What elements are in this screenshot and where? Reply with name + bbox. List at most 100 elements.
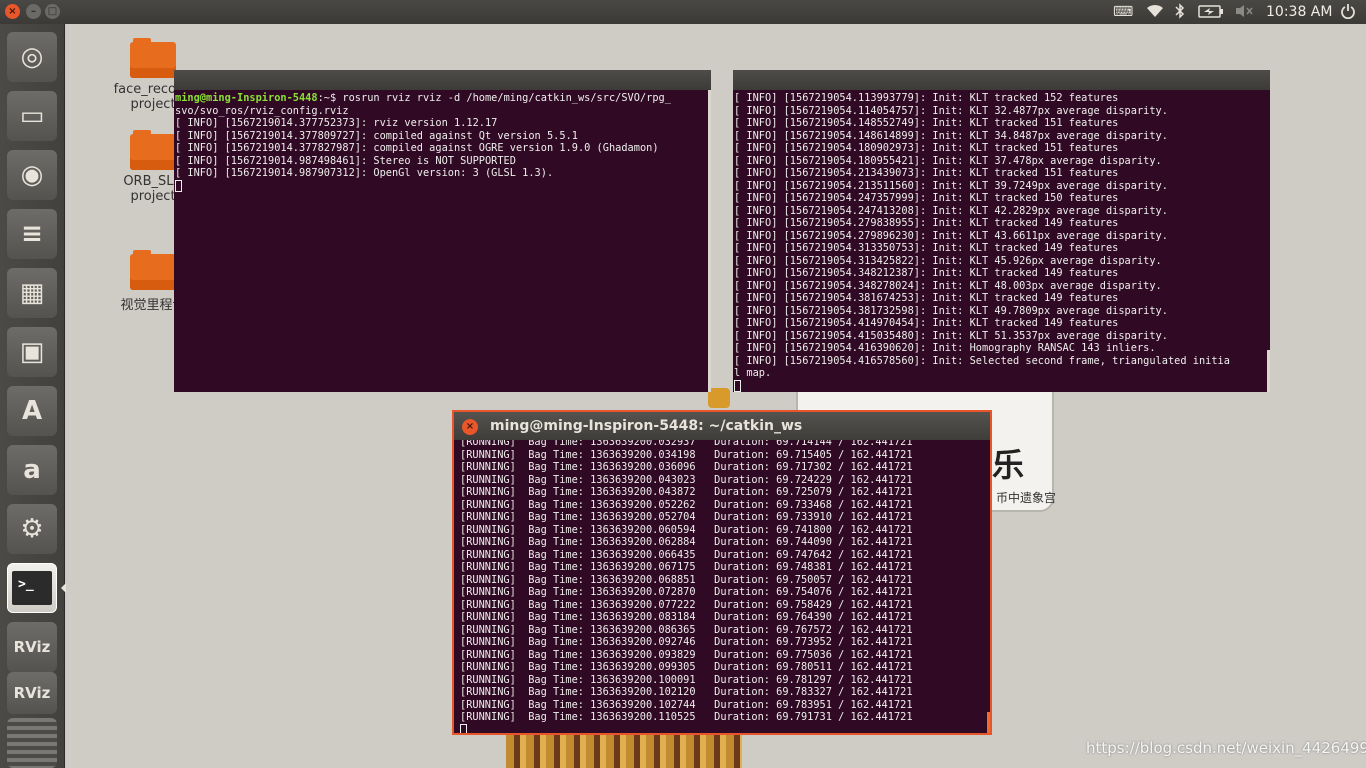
terminal-line: [ INFO] [1567219014.987907312]: OpenGl v… xyxy=(175,167,554,179)
terminal-line: [ INFO] [1567219014.377827987]: compiled… xyxy=(175,142,659,154)
terminal-line: [ INFO] [1567219014.987498461]: Stereo i… xyxy=(175,154,516,167)
prompt-user: ming@ming-Inspiron-5448 xyxy=(175,92,318,104)
terminal-log-lines: [ INFO] [1567219054.113993779]: Init: KL… xyxy=(734,92,1230,379)
terminal-line: [RUNNING] Bag Time: 1363639200.100091 Du… xyxy=(460,673,913,686)
power-icon[interactable] xyxy=(1340,3,1356,24)
terminal-line: [ INFO] [1567219054.348212387]: Init: KL… xyxy=(734,267,1119,279)
terminal-line: [RUNNING] Bag Time: 1363639200.066435 Du… xyxy=(460,548,913,561)
terminal-line: [RUNNING] Bag Time: 1363639200.062884 Du… xyxy=(460,536,913,548)
terminal-window-rosbag[interactable]: × ming@ming-Inspiron-5448: ~/catkin_ws [… xyxy=(452,410,992,735)
terminal-cursor xyxy=(734,379,741,392)
terminal-output[interactable]: ming@ming-Inspiron-5448:~$ rosrun rviz r… xyxy=(174,90,711,193)
terminal-line: [RUNNING] Bag Time: 1363639200.086365 Du… xyxy=(460,623,913,636)
top-panel: × – □ ⌨ 10:38 AM xyxy=(0,0,1366,24)
scrollbar[interactable] xyxy=(708,90,711,392)
clock[interactable]: 10:38 AM xyxy=(1266,3,1332,21)
software-center-icon[interactable]: A xyxy=(7,386,57,436)
terminal-line: [RUNNING] Bag Time: 1363639200.068851 Du… xyxy=(460,573,913,586)
terminal-line: [RUNNING] Bag Time: 1363639200.060594 Du… xyxy=(460,523,913,536)
terminal-icon[interactable]: >_ xyxy=(7,563,57,613)
terminal-line: [ INFO] [1567219054.348278024]: Init: KL… xyxy=(734,279,1162,292)
terminal-line: [ INFO] [1567219054.180902973]: Init: KL… xyxy=(734,142,1119,154)
wallpaper-art-fragment xyxy=(708,388,730,408)
terminal-line: [RUNNING] Bag Time: 1363639200.102744 Du… xyxy=(460,698,913,711)
terminal-window-svo[interactable]: [ INFO] [1567219054.113993779]: Init: KL… xyxy=(733,70,1270,392)
firefox-icon[interactable]: ◉ xyxy=(7,150,57,200)
poster-subtext: 币中遗象宫 xyxy=(996,491,1057,505)
terminal-glyph: >_ xyxy=(12,571,52,605)
terminal-line: [ INFO] [1567219054.381732598]: Init: KL… xyxy=(734,304,1168,317)
terminal-line: [ INFO] [1567219054.313425822]: Init: KL… xyxy=(734,254,1162,267)
terminal-line: [ INFO] [1567219054.213511560]: Init: KL… xyxy=(734,179,1168,192)
terminal-line: [RUNNING] Bag Time: 1363639200.102120 Du… xyxy=(460,686,913,698)
terminal-line: [ INFO] [1567219054.313350753]: Init: KL… xyxy=(734,242,1119,254)
battery-icon[interactable] xyxy=(1198,3,1224,24)
terminal-line: [RUNNING] Bag Time: 1363639200.043872 Du… xyxy=(460,486,913,498)
terminal-log-lines: [RUNNING] Bag Time: 1363639200.032937 Du… xyxy=(460,436,913,723)
terminal-line: [RUNNING] Bag Time: 1363639200.093829 Du… xyxy=(460,648,913,661)
terminal-cursor xyxy=(460,723,467,733)
terminal-line: [ INFO] [1567219054.416390620]: Init: Ho… xyxy=(734,342,1156,354)
folder-icon xyxy=(130,38,176,78)
terminal-line: [ INFO] [1567219054.113993779]: Init: KL… xyxy=(734,92,1119,104)
terminal-line: [ INFO] [1567219014.377809727]: compiled… xyxy=(175,129,578,142)
wifi-icon[interactable] xyxy=(1145,3,1165,24)
scrollbar[interactable] xyxy=(987,712,990,733)
terminal-line: [ INFO] [1567219054.279896230]: Init: KL… xyxy=(734,229,1168,242)
trash-icon[interactable] xyxy=(7,718,57,768)
terminal-window-rviz[interactable]: ming@ming-Inspiron-5448:~$ rosrun rviz r… xyxy=(174,70,711,392)
terminal-titlebar[interactable] xyxy=(174,70,711,90)
launcher: ◎ ▭ ◉ ≡ ▦ ▣ A a ⚙ >_ RViz RViz xyxy=(0,24,66,768)
terminal-line: [ INFO] [1567219054.416578560]: Init: Se… xyxy=(734,354,1230,380)
wallpaper-art xyxy=(506,734,742,768)
terminal-line: [ INFO] [1567219054.247357999]: Init: KL… xyxy=(734,192,1119,204)
window-close-button[interactable]: × xyxy=(5,4,20,19)
impress-icon[interactable]: ▣ xyxy=(7,327,57,377)
window-title: ming@ming-Inspiron-5448: ~/catkin_ws xyxy=(490,418,803,434)
terminal-line: [RUNNING] Bag Time: 1363639200.036096 Du… xyxy=(460,461,913,473)
ubuntu-dash-icon[interactable]: ◎ xyxy=(7,32,57,82)
terminal-line: [RUNNING] Bag Time: 1363639200.099305 Du… xyxy=(460,661,913,673)
terminal-line: [ INFO] [1567219014.377752373]: rviz ver… xyxy=(175,117,498,129)
terminal-line: [ INFO] [1567219054.279838955]: Init: KL… xyxy=(734,217,1119,229)
terminal-line: [RUNNING] Bag Time: 1363639200.067175 Du… xyxy=(460,561,913,573)
terminal-line: [RUNNING] Bag Time: 1363639200.034198 Du… xyxy=(460,448,913,461)
folder-icon xyxy=(130,130,176,170)
terminal-line: [RUNNING] Bag Time: 1363639200.052262 Du… xyxy=(460,498,913,511)
terminal-cursor xyxy=(175,179,182,192)
amazon-icon[interactable]: a xyxy=(7,445,57,495)
terminal-line: [ INFO] [1567219054.414970454]: Init: KL… xyxy=(734,317,1119,329)
close-button[interactable]: × xyxy=(462,419,478,435)
terminal-line: [RUNNING] Bag Time: 1363639200.092746 Du… xyxy=(460,636,913,648)
settings-icon[interactable]: ⚙ xyxy=(7,504,57,554)
watermark: https://blog.csdn.net/weixin_44264994 xyxy=(1086,739,1366,757)
rviz-2-icon[interactable]: RViz xyxy=(7,672,57,714)
terminal-line: [ INFO] [1567219054.415035480]: Init: KL… xyxy=(734,329,1168,342)
terminal-titlebar[interactable]: × ming@ming-Inspiron-5448: ~/catkin_ws xyxy=(454,412,990,440)
terminal-line: [RUNNING] Bag Time: 1363639200.072870 Du… xyxy=(460,586,913,598)
scrollbar[interactable] xyxy=(1267,350,1270,392)
terminal-line: [RUNNING] Bag Time: 1363639200.077222 Du… xyxy=(460,598,913,611)
window-maximize-button[interactable]: □ xyxy=(45,4,60,19)
files-icon[interactable]: ▭ xyxy=(7,91,57,141)
terminal-log-lines: [ INFO] [1567219014.377752373]: rviz ver… xyxy=(175,117,659,179)
bluetooth-icon[interactable] xyxy=(1175,3,1185,24)
terminal-line: [RUNNING] Bag Time: 1363639200.110525 Du… xyxy=(460,711,913,723)
terminal-output[interactable]: [ INFO] [1567219054.113993779]: Init: KL… xyxy=(733,90,1270,392)
terminal-line: [ INFO] [1567219054.213439073]: Init: KL… xyxy=(734,167,1119,179)
terminal-output[interactable]: [RUNNING] Bag Time: 1363639200.032937 Du… xyxy=(454,434,990,733)
writer-icon[interactable]: ≡ xyxy=(7,209,57,259)
terminal-line: [RUNNING] Bag Time: 1363639200.043023 Du… xyxy=(460,473,913,486)
terminal-titlebar[interactable] xyxy=(733,70,1270,90)
window-minimize-button[interactable]: – xyxy=(26,4,41,19)
volume-muted-icon[interactable] xyxy=(1234,3,1254,24)
terminal-line: [ INFO] [1567219054.148614899]: Init: KL… xyxy=(734,129,1168,142)
terminal-line: [RUNNING] Bag Time: 1363639200.083184 Du… xyxy=(460,611,913,623)
terminal-line: [ INFO] [1567219054.114054757]: Init: KL… xyxy=(734,104,1168,117)
folder-icon xyxy=(130,250,176,290)
terminal-line: [RUNNING] Bag Time: 1363639200.052704 Du… xyxy=(460,511,913,523)
terminal-line: [ INFO] [1567219054.180955421]: Init: KL… xyxy=(734,154,1162,167)
rviz-icon[interactable]: RViz xyxy=(7,622,57,672)
calc-icon[interactable]: ▦ xyxy=(7,268,57,318)
keyboard-icon[interactable]: ⌨ xyxy=(1113,3,1133,21)
